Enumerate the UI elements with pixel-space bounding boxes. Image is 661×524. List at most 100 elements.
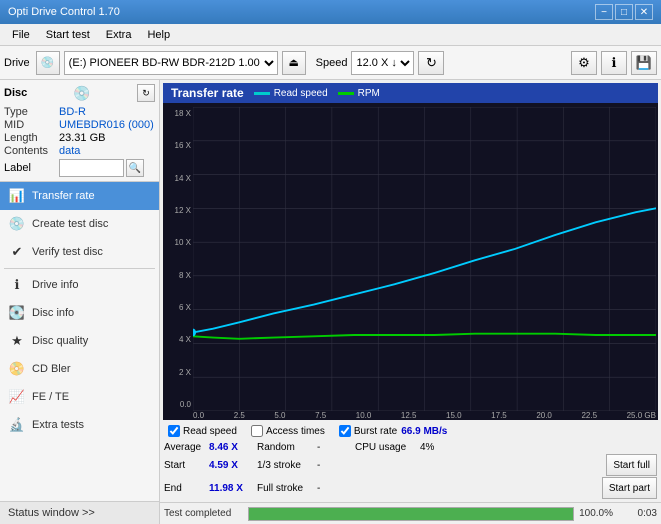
disc-label-button[interactable]: 🔍 xyxy=(126,159,144,177)
end-label: End xyxy=(164,483,209,494)
info-button[interactable]: ℹ xyxy=(601,51,627,75)
legend-read-speed-color xyxy=(254,92,270,95)
legend-rpm-color xyxy=(338,92,354,95)
x-label-5: 5.0 xyxy=(274,411,285,420)
chart-title: Transfer rate xyxy=(171,86,244,100)
stats-row-3: End 11.98 X Full stroke - Start part xyxy=(164,477,657,499)
y-label-14: 14 X xyxy=(175,174,191,183)
minimize-button[interactable]: − xyxy=(595,4,613,20)
stroke2-value: - xyxy=(317,483,347,494)
eject-button[interactable]: ⏏ xyxy=(282,51,306,75)
chart-body-wrapper: 18 X 16 X 14 X 12 X 10 X 8 X 6 X 4 X 2 X… xyxy=(163,103,658,420)
nav-cd-bler-label: CD Bler xyxy=(32,363,71,375)
menu-extra[interactable]: Extra xyxy=(98,27,140,43)
nav-extra-tests-label: Extra tests xyxy=(32,419,84,431)
x-label-125: 12.5 xyxy=(401,411,417,420)
x-label-10: 10.0 xyxy=(356,411,372,420)
progress-bar-fill xyxy=(249,508,573,520)
start-full-button[interactable]: Start full xyxy=(606,454,657,476)
settings-button[interactable]: ⚙ xyxy=(571,51,597,75)
start-part-button[interactable]: Start part xyxy=(602,477,657,499)
menu-file[interactable]: File xyxy=(4,27,38,43)
start-label: Start xyxy=(164,460,209,471)
drive-info-icon: ℹ xyxy=(8,276,26,294)
cpu-value: 4% xyxy=(420,442,434,453)
disc-type-value: BD-R xyxy=(59,106,86,118)
disc-contents-value: data xyxy=(59,145,80,157)
cd-bler-icon: 📀 xyxy=(8,360,26,378)
nav-fe-te[interactable]: 📈 FE / TE xyxy=(0,383,159,411)
disc-length-label: Length xyxy=(4,132,59,144)
start-value: 4.59 X xyxy=(209,460,249,471)
end-value: 11.98 X xyxy=(209,483,249,494)
nav-disc-info[interactable]: 💽 Disc info xyxy=(0,299,159,327)
nav-transfer-rate-label: Transfer rate xyxy=(32,190,95,202)
y-axis: 18 X 16 X 14 X 12 X 10 X 8 X 6 X 4 X 2 X… xyxy=(165,107,193,411)
statusbar-percent: 100.0% xyxy=(578,508,613,519)
speed-icon-button[interactable]: ↻ xyxy=(418,51,444,75)
burst-rate-check-label: Burst rate xyxy=(354,426,397,437)
average-value: 8.46 X xyxy=(209,442,249,453)
read-speed-checkbox-label[interactable]: Read speed xyxy=(168,425,237,437)
disc-contents-label: Contents xyxy=(4,145,59,157)
nav-drive-info-label: Drive info xyxy=(32,279,78,291)
nav-extra-tests[interactable]: 🔬 Extra tests xyxy=(0,411,159,439)
main-layout: Disc 💿 ↻ Type BD-R MID UMEBDR016 (000) L… xyxy=(0,80,661,524)
stroke1-label: 1/3 stroke xyxy=(257,460,317,471)
burst-rate-checkbox[interactable] xyxy=(339,425,351,437)
menubar: File Start test Extra Help xyxy=(0,24,661,46)
y-label-6: 6 X xyxy=(179,303,191,312)
read-speed-check-label: Read speed xyxy=(183,426,237,437)
y-label-2: 2 X xyxy=(179,368,191,377)
menu-start-test[interactable]: Start test xyxy=(38,27,98,43)
access-times-checkbox[interactable] xyxy=(251,425,263,437)
close-button[interactable]: ✕ xyxy=(635,4,653,20)
legend-rpm: RPM xyxy=(338,88,380,99)
transfer-rate-icon: 📊 xyxy=(8,187,26,205)
burst-rate-value: 66.9 MB/s xyxy=(401,426,447,437)
disc-quality-icon: ★ xyxy=(8,332,26,350)
menu-help[interactable]: Help xyxy=(139,27,178,43)
cpu-label: CPU usage xyxy=(355,442,420,453)
disc-section: Disc 💿 ↻ Type BD-R MID UMEBDR016 (000) L… xyxy=(0,80,159,182)
checkbox-row: Read speed Access times Burst rate 66.9 … xyxy=(160,423,661,439)
speed-select[interactable]: 12.0 X ↓ xyxy=(351,51,414,75)
x-label-0: 0.0 xyxy=(193,411,204,420)
nav-cd-bler[interactable]: 📀 CD Bler xyxy=(0,355,159,383)
speed-label: Speed xyxy=(316,57,348,69)
x-label-25gb: 25.0 GB xyxy=(627,411,656,420)
nav-verify-test-disc[interactable]: ✔ Verify test disc xyxy=(0,238,159,266)
statusbar: Test completed 100.0% 0:03 xyxy=(160,502,661,524)
status-window-button[interactable]: Status window >> xyxy=(0,501,159,524)
maximize-button[interactable]: □ xyxy=(615,4,633,20)
burst-rate-checkbox-label[interactable]: Burst rate xyxy=(339,425,397,437)
chart-plot xyxy=(193,107,656,411)
save-button[interactable]: 💾 xyxy=(631,51,657,75)
drive-select[interactable]: (E:) PIONEER BD-RW BDR-212D 1.00 xyxy=(64,51,278,75)
chart-body: 18 X 16 X 14 X 12 X 10 X 8 X 6 X 4 X 2 X… xyxy=(165,107,656,411)
disc-type-label: Type xyxy=(4,106,59,118)
disc-label-input[interactable] xyxy=(59,159,124,177)
access-times-check-label: Access times xyxy=(266,426,325,437)
status-window-label: Status window >> xyxy=(8,507,95,519)
nav-transfer-rate[interactable]: 📊 Transfer rate xyxy=(0,182,159,210)
average-label: Average xyxy=(164,442,209,453)
y-label-0: 0.0 xyxy=(180,400,191,409)
fe-te-icon: 📈 xyxy=(8,388,26,406)
right-panel: Transfer rate Read speed RPM 18 X 16 X xyxy=(160,80,661,524)
statusbar-text: Test completed xyxy=(164,508,244,519)
nav-disc-quality[interactable]: ★ Disc quality xyxy=(0,327,159,355)
stroke1-value: - xyxy=(317,460,347,471)
app-title: Opti Drive Control 1.70 xyxy=(8,6,120,18)
drive-icon-button[interactable]: 💿 xyxy=(36,51,60,75)
nav-drive-info[interactable]: ℹ Drive info xyxy=(0,271,159,299)
disc-refresh-button[interactable]: ↻ xyxy=(137,84,155,102)
x-label-15: 15.0 xyxy=(446,411,462,420)
access-times-checkbox-label[interactable]: Access times xyxy=(251,425,325,437)
disc-mid-row: MID UMEBDR016 (000) xyxy=(4,119,155,131)
disc-info-icon: 💽 xyxy=(8,304,26,322)
read-speed-checkbox[interactable] xyxy=(168,425,180,437)
disc-mid-label: MID xyxy=(4,119,59,131)
nav-disc-quality-label: Disc quality xyxy=(32,335,88,347)
nav-create-test-disc[interactable]: 💿 Create test disc xyxy=(0,210,159,238)
